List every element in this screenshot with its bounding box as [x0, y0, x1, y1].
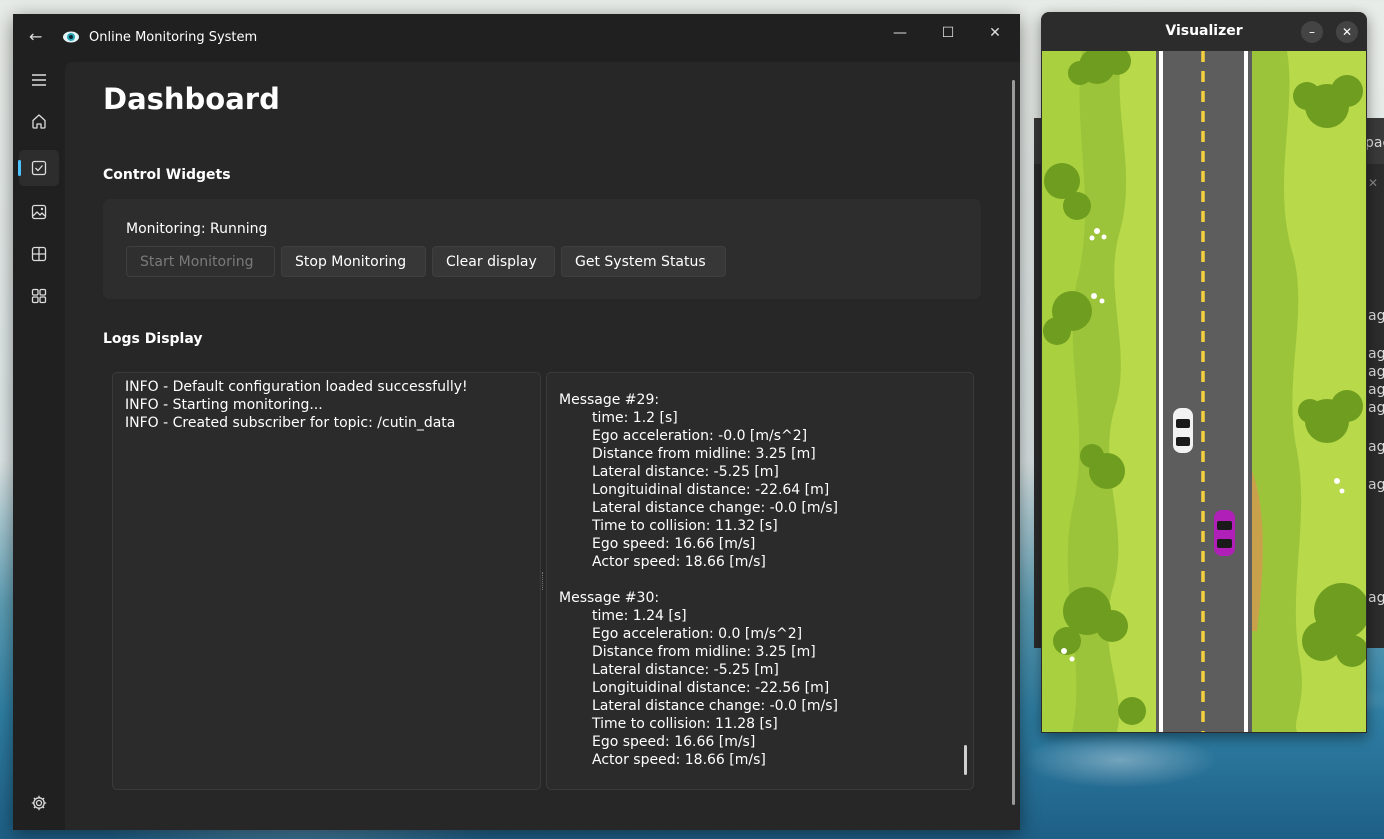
- terminal-line: ag: [1368, 308, 1384, 324]
- message-field: Ego speed: 16.66 [m/s]: [592, 734, 756, 750]
- logs-display-heading: Logs Display: [103, 331, 203, 347]
- sidebar-item-dashboard[interactable]: [18, 150, 59, 186]
- message-block: Message #29: time: 1.2 [s] Ego accelerat…: [559, 391, 961, 571]
- visualizer-minimize-button[interactable]: –: [1301, 21, 1323, 43]
- minimize-icon: –: [1309, 25, 1315, 39]
- message-field: Lateral distance: -5.25 [m]: [592, 662, 779, 678]
- terminal-line: ag: [1368, 477, 1384, 493]
- main-window: ← Online Monitoring System — ☐ ✕ Dashboa…: [13, 14, 1020, 830]
- terminal-line: ag: [1368, 346, 1384, 362]
- checkbox-icon: [31, 160, 47, 176]
- message-field: Lateral distance change: -0.0 [m/s]: [592, 698, 838, 714]
- terminal-tab-close-icon[interactable]: ✕: [1368, 176, 1378, 190]
- clear-display-button[interactable]: Clear display: [432, 246, 555, 277]
- message-field: Actor speed: 18.66 [m/s]: [592, 752, 766, 768]
- terminal-line: ag: [1368, 590, 1384, 606]
- road-scene: [1042, 51, 1366, 732]
- log-line: INFO - Starting monitoring...: [125, 397, 323, 413]
- sidebar-item-home[interactable]: [19, 103, 59, 139]
- message-field: Lateral distance change: -0.0 [m/s]: [592, 500, 838, 516]
- log-line: INFO - Created subscriber for topic: /cu…: [125, 415, 456, 431]
- terminal-line: ag: [1368, 400, 1384, 416]
- message-field: Longituidinal distance: -22.64 [m]: [592, 482, 830, 498]
- close-icon: ✕: [1341, 25, 1353, 39]
- ego-car: [1173, 408, 1193, 453]
- minimize-icon: —: [893, 25, 907, 41]
- control-widgets-card: Monitoring: Running Start Monitoring Sto…: [103, 199, 981, 299]
- minimize-button[interactable]: —: [885, 20, 915, 46]
- table-icon: [31, 246, 47, 262]
- message-field: Lateral distance: -5.25 [m]: [592, 464, 779, 480]
- close-button[interactable]: ✕: [980, 20, 1010, 46]
- gear-icon: [31, 795, 47, 811]
- message-field: Distance from midline: 3.25 [m]: [592, 446, 816, 462]
- message-log-panel[interactable]: Message #29: time: 1.2 [s] Ego accelerat…: [546, 372, 974, 790]
- get-system-status-button[interactable]: Get System Status: [561, 246, 726, 277]
- sidebar-item-widgets[interactable]: [19, 278, 59, 314]
- page-title: Dashboard: [103, 82, 280, 116]
- visualizer-window: Visualizer – ✕: [1041, 12, 1367, 733]
- page-scrollbar[interactable]: [1012, 80, 1015, 805]
- log-line: INFO - Default configuration loaded succ…: [125, 379, 468, 395]
- stop-monitoring-button[interactable]: Stop Monitoring: [281, 246, 426, 277]
- close-icon: ✕: [989, 25, 1001, 41]
- message-field: time: 1.2 [s]: [592, 410, 678, 426]
- message-field: Time to collision: 11.32 [s]: [592, 518, 778, 534]
- info-log-panel[interactable]: INFO - Default configuration loaded succ…: [112, 372, 541, 790]
- message-field: Actor speed: 18.66 [m/s]: [592, 554, 766, 570]
- terminal-line: ag: [1368, 364, 1384, 380]
- eye-logo-icon: [63, 31, 79, 43]
- message-field: Ego acceleration: 0.0 [m/s^2]: [592, 626, 803, 642]
- app-title: Online Monitoring System: [89, 30, 258, 45]
- terminal-line: ag: [1368, 382, 1384, 398]
- message-field: Ego acceleration: -0.0 [m/s^2]: [592, 428, 808, 444]
- sidebar: [13, 62, 65, 830]
- widgets-icon: [31, 288, 47, 304]
- road-scene-svg: [1042, 51, 1366, 732]
- sidebar-item-tables[interactable]: [19, 236, 59, 272]
- message-block: Message #30: time: 1.24 [s] Ego accelera…: [559, 589, 961, 769]
- titlebar: ← Online Monitoring System — ☐ ✕: [13, 14, 1020, 62]
- maximize-icon: ☐: [941, 25, 955, 41]
- start-monitoring-button[interactable]: Start Monitoring: [126, 246, 275, 277]
- message-field: Time to collision: 11.28 [s]: [592, 716, 778, 732]
- image-icon: [31, 204, 47, 220]
- maximize-button[interactable]: ☐: [933, 20, 963, 46]
- monitoring-status-text: Monitoring: Running: [126, 221, 268, 237]
- message-log-scrollbar[interactable]: [964, 745, 967, 775]
- message-field: Ego speed: 16.66 [m/s]: [592, 536, 756, 552]
- sidebar-item-settings[interactable]: [19, 785, 59, 821]
- message-field: time: 1.24 [s]: [592, 608, 687, 624]
- visualizer-close-button[interactable]: ✕: [1336, 21, 1358, 43]
- hamburger-menu-icon: [32, 74, 46, 86]
- sidebar-item-images[interactable]: [19, 194, 59, 230]
- terminal-tab-title[interactable]: pac: [1365, 135, 1384, 151]
- message-field: Distance from midline: 3.25 [m]: [592, 644, 816, 660]
- control-widgets-heading: Control Widgets: [103, 167, 231, 183]
- back-arrow-icon[interactable]: ←: [29, 27, 42, 46]
- message-header: Message #29:: [559, 392, 660, 408]
- dashboard-content: Dashboard Control Widgets Monitoring: Ru…: [65, 62, 1020, 830]
- terminal-line: ag: [1368, 439, 1384, 455]
- message-field: Longituidinal distance: -22.56 [m]: [592, 680, 830, 696]
- home-icon: [32, 114, 46, 129]
- sidebar-menu-toggle[interactable]: [19, 62, 59, 98]
- actor-car: [1214, 510, 1235, 556]
- message-header: Message #30:: [559, 590, 660, 606]
